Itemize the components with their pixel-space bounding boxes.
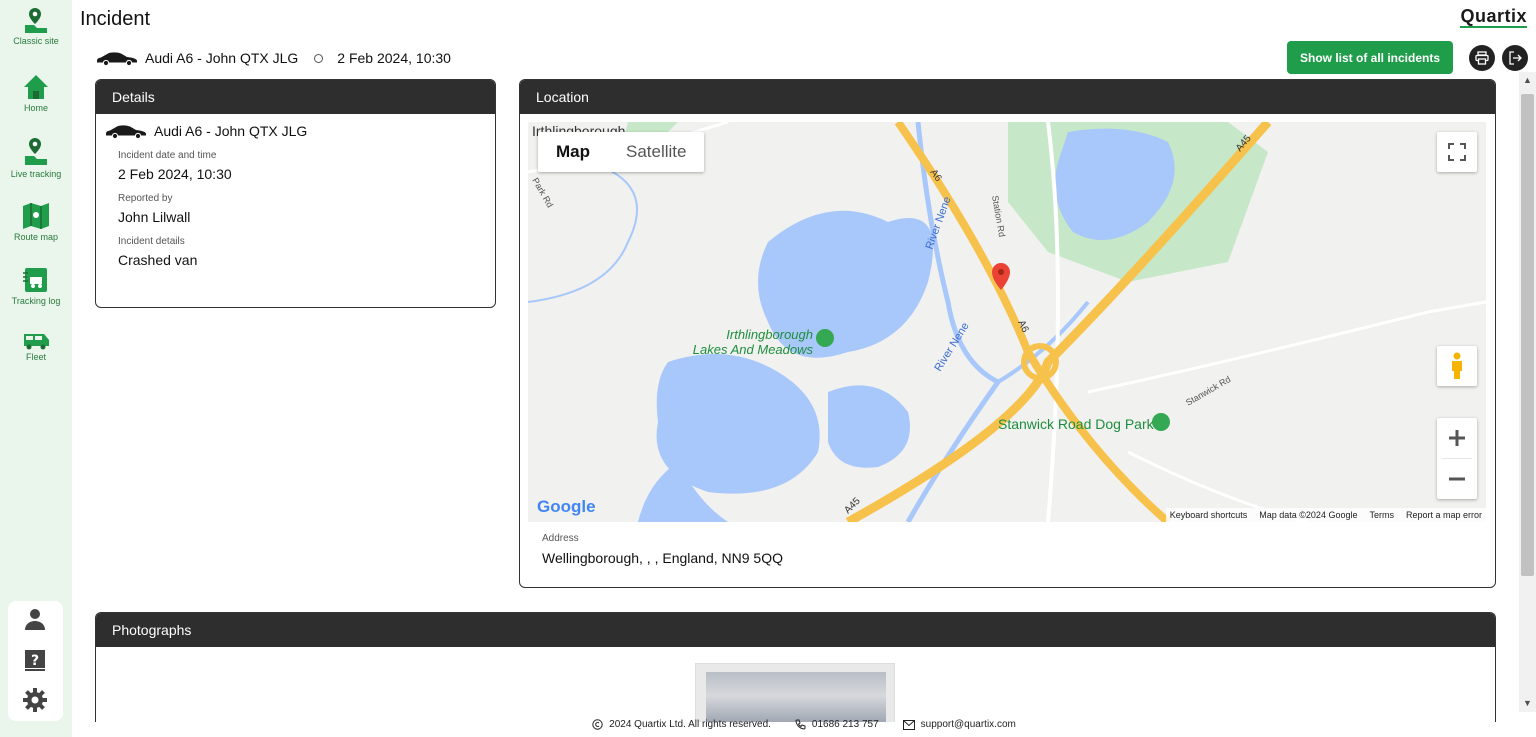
map-attribution: Keyboard shortcuts Map data ©2024 Google… (1165, 508, 1486, 522)
date-value: 2 Feb 2024, 10:30 (118, 166, 232, 182)
fleet-icon (24, 334, 49, 350)
brand-logo[interactable]: Quartix (1460, 6, 1527, 28)
sidebar-item-route-map[interactable]: Route map (0, 202, 72, 242)
sidebar-item-label: Home (23, 103, 48, 113)
map-pin-icon (25, 8, 47, 33)
sidebar-item-label: Live tracking (10, 169, 62, 179)
incident-datetime: 2 Feb 2024, 10:30 (337, 50, 451, 66)
google-logo: Google (537, 497, 596, 517)
address-label: Address (542, 533, 579, 544)
vehicle-name: Audi A6 - John QTX JLG (145, 50, 299, 66)
plus-icon (1449, 430, 1465, 446)
location-panel: Location Irthlingborough Irthlingborough… (519, 79, 1496, 588)
page-footer: 2024 Quartix Ltd. All rights reserved. 0… (0, 712, 1536, 737)
sidebar-item-label: Fleet (25, 352, 46, 362)
help-icon[interactable]: ? (23, 648, 47, 672)
incident-details-label: Incident details (118, 236, 185, 247)
incident-details-value: Crashed van (118, 252, 198, 268)
sidebar-item-tracking-log[interactable]: Tracking log (0, 266, 72, 306)
street-view-button[interactable] (1437, 346, 1477, 386)
map-label-dog-park: Stanwick Road Dog Park (998, 416, 1155, 432)
reported-label: Reported by (118, 193, 173, 204)
zoom-in-button[interactable] (1448, 418, 1466, 458)
svg-text:?: ? (31, 653, 39, 669)
fullscreen-button[interactable] (1437, 132, 1477, 172)
terms-link[interactable]: Terms (1369, 510, 1394, 520)
details-panel: Details Audi A6 - John QTX JLG Incident … (95, 79, 496, 308)
email-link[interactable]: support@quartix.com (921, 719, 1016, 730)
phone-link[interactable]: 01686 213 757 (812, 719, 879, 730)
google-logo-text: Google (537, 497, 596, 516)
map-canvas[interactable]: Irthlingborough Irthlingborough Lakes An… (528, 122, 1486, 522)
map-tab-map[interactable]: Map (538, 132, 608, 172)
zoom-out-button[interactable] (1448, 459, 1466, 499)
home-icon (24, 75, 48, 99)
copyright-icon (592, 719, 603, 730)
details-vehicle: Audi A6 - John QTX JLG (96, 114, 495, 139)
keyboard-shortcuts-link[interactable]: Keyboard shortcuts (1170, 510, 1248, 520)
reported-value: John Lilwall (118, 209, 191, 225)
sidebar-item-home[interactable]: Home (0, 73, 72, 113)
details-heading: Details (96, 80, 495, 114)
scroll-thumb[interactable] (1521, 94, 1534, 576)
printer-icon (1475, 51, 1489, 65)
sidebar-item-label: Route map (13, 232, 59, 242)
zoom-controls (1437, 418, 1477, 499)
address-value: Wellingborough, , , England, NN9 5QQ (542, 550, 783, 566)
car-icon (106, 125, 146, 139)
map-label-irthlingborough: Irthlingborough (726, 327, 813, 342)
route-map-icon (23, 203, 49, 229)
exit-button[interactable] (1502, 45, 1528, 71)
copyright-text: 2024 Quartix Ltd. All rights reserved. (609, 719, 771, 730)
photographs-panel: Photographs (95, 612, 1496, 722)
pegman-icon (1452, 352, 1462, 379)
page-scrollbar[interactable]: ▲ ▼ (1519, 72, 1536, 712)
car-icon (97, 52, 137, 66)
map-data-text: Map data ©2024 Google (1259, 510, 1358, 520)
exit-icon (1509, 51, 1522, 65)
sidebar-item-label: Classic site (13, 36, 59, 46)
email-icon (902, 719, 915, 730)
page-title: Incident (80, 8, 151, 30)
photographs-heading: Photographs (96, 613, 1495, 647)
tracking-log-icon (23, 268, 47, 292)
phone-icon (795, 719, 806, 730)
sidebar-item-classic-site[interactable]: Classic site (0, 6, 72, 46)
print-button[interactable] (1469, 45, 1495, 71)
location-heading: Location (520, 80, 1495, 114)
user-icon[interactable] (23, 607, 47, 631)
map[interactable]: Irthlingborough Irthlingborough Lakes An… (528, 122, 1486, 522)
sidebar-item-label: Tracking log (11, 296, 61, 306)
live-tracking-icon (25, 138, 47, 165)
separator-icon (314, 53, 324, 63)
minus-icon (1449, 477, 1465, 481)
date-label: Incident date and time (118, 150, 217, 161)
report-error-link[interactable]: Report a map error (1406, 510, 1482, 520)
settings-icon[interactable] (23, 688, 47, 712)
scroll-down-icon[interactable]: ▼ (1519, 695, 1536, 712)
fullscreen-icon (1448, 143, 1466, 161)
show-all-incidents-button[interactable]: Show list of all incidents (1287, 41, 1453, 74)
map-label-lakes: Lakes And Meadows (693, 342, 814, 357)
map-type-toggle: Map Satellite (538, 132, 705, 172)
incident-summary: Audi A6 - John QTX JLG 2 Feb 2024, 10:30 (95, 47, 451, 69)
sidebar-item-live-tracking[interactable]: Live tracking (0, 137, 72, 179)
sidebar-item-fleet[interactable]: Fleet (0, 330, 72, 362)
map-tab-satellite[interactable]: Satellite (608, 132, 704, 172)
details-vehicle-name: Audi A6 - John QTX JLG (154, 123, 308, 139)
sidebar: Classic site Home Live tracking Route ma… (0, 0, 72, 737)
scroll-up-icon[interactable]: ▲ (1519, 72, 1536, 89)
